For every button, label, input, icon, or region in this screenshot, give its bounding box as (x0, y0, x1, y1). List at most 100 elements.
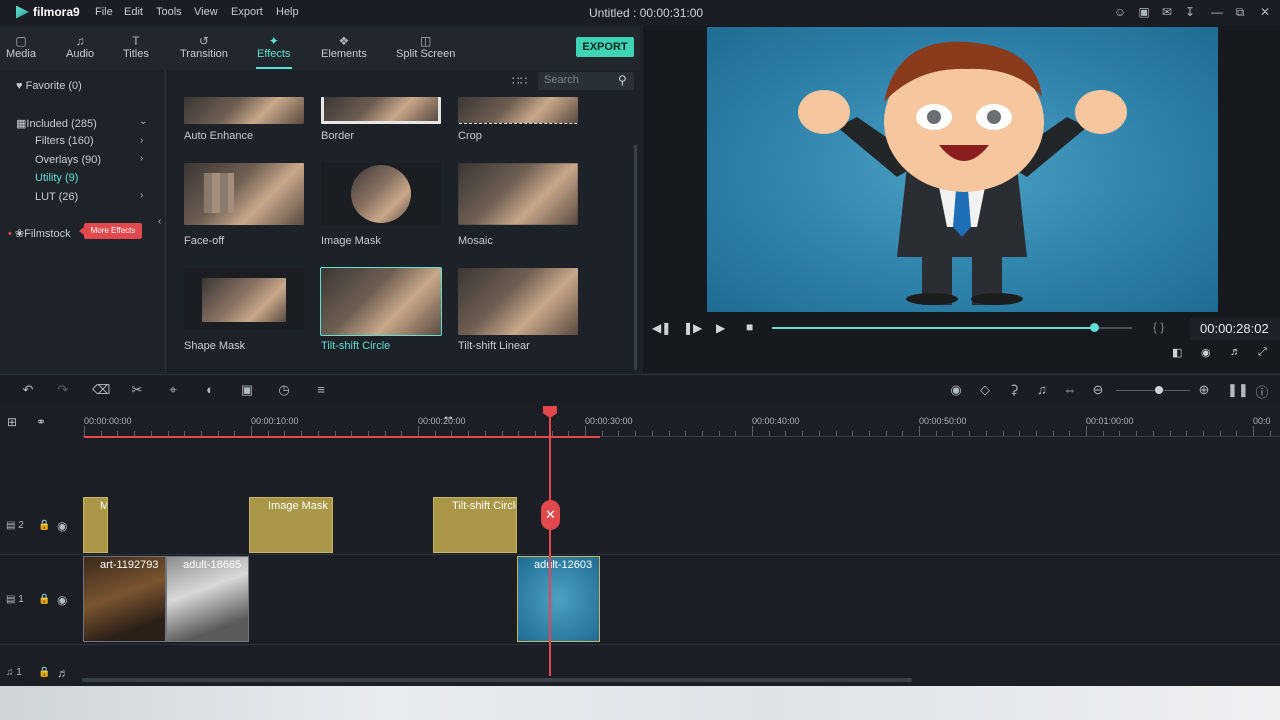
render-icon[interactable]: ◉ (948, 382, 964, 398)
menu-help[interactable]: Help (276, 6, 299, 18)
cut-icon[interactable]: ✂ (129, 382, 145, 398)
audio-mixer-icon[interactable]: ♫ (1034, 382, 1050, 397)
video-clip-adult-18665[interactable]: adult-18665 (166, 556, 249, 642)
lock-icon[interactable]: 🔒 (38, 667, 50, 678)
render-preview-icon[interactable]: ◧ (1172, 346, 1182, 359)
effect-thumb-mosaic[interactable] (458, 163, 578, 225)
grid-view-icon[interactable]: ∷∷ (512, 74, 527, 88)
included-category[interactable]: ▦Included (285) (16, 117, 97, 130)
add-track-icon[interactable]: ⊞ (7, 415, 17, 429)
effect-label-tilt-shift-linear: Tilt-shift Linear (458, 340, 530, 352)
chevron-down-icon[interactable]: ⌄ (139, 116, 147, 127)
tab-titles[interactable]: T Titles (123, 34, 149, 60)
split-scissors-icon[interactable]: ✕ (541, 500, 560, 530)
crop-icon[interactable]: ⌖ (165, 382, 181, 398)
collapse-panel-icon[interactable]: ‹ (158, 216, 161, 227)
effect-thumb-border[interactable] (321, 97, 441, 124)
link-icon[interactable]: ⚭ (36, 415, 46, 429)
step-play-icon[interactable]: ❚▶ (683, 321, 702, 335)
filmstock-category[interactable]: • ❀Filmstock (8, 227, 71, 240)
help-icon[interactable]: ⓘ (1254, 382, 1270, 401)
effect-thumb-crop[interactable] (458, 97, 578, 124)
video-clip-adult-12603[interactable]: adult-12603 (517, 556, 600, 642)
effect-clip-image-mask[interactable]: Image Mask (249, 497, 333, 553)
speed-icon[interactable]: ◷ (276, 382, 292, 398)
color-icon[interactable]: ◐ (202, 382, 218, 397)
snapshot-icon[interactable]: ◉ (1201, 346, 1211, 359)
tab-split-screen[interactable]: ◫ Split Screen (396, 34, 455, 60)
preview-viewport[interactable] (707, 27, 1218, 312)
save-icon[interactable]: ▣ (1137, 5, 1151, 19)
layout-icon[interactable]: ❚❚ (1227, 382, 1249, 398)
sidebar-item-filters[interactable]: Filters (160) (35, 135, 94, 147)
zoom-slider[interactable] (1116, 390, 1190, 391)
search-input[interactable]: Search ⚲ (538, 72, 634, 90)
lock-icon[interactable]: 🔒 (38, 520, 50, 531)
menu-tools[interactable]: Tools (156, 6, 182, 18)
effect-thumb-tilt-shift-linear[interactable] (458, 268, 578, 335)
effects-scrollbar[interactable] (634, 145, 637, 370)
account-icon[interactable]: ☺ (1113, 5, 1127, 19)
video-track-icon: ▤ (6, 594, 16, 605)
mark-in-out-brackets[interactable]: { } (1153, 320, 1164, 334)
chevron-right-icon[interactable]: › (140, 153, 143, 164)
eye-icon[interactable]: ◉ (57, 519, 67, 533)
split-icon[interactable]: ⇔ (1062, 382, 1078, 397)
adjust-icon[interactable]: ≡ (313, 382, 329, 397)
marker-icon[interactable]: ◇ (977, 382, 993, 398)
close-icon[interactable]: ✕ (1258, 5, 1272, 19)
effect-thumb-tilt-shift-circle[interactable] (320, 267, 442, 336)
seek-handle[interactable] (1089, 323, 1099, 332)
previous-frame-icon[interactable]: ◀❚ (652, 321, 671, 335)
effect-thumb-image-mask[interactable] (321, 163, 441, 225)
video-clip-art[interactable]: art-1192793 (83, 556, 166, 642)
tab-effects[interactable]: ✦ Effects (257, 34, 290, 60)
chevron-right-icon[interactable]: › (140, 190, 143, 201)
restore-icon[interactable]: ⧉ (1233, 5, 1247, 19)
undo-icon[interactable]: ↶ (20, 382, 36, 398)
minimize-icon[interactable]: — (1210, 5, 1224, 19)
effect-clip-tilt-shift-circle[interactable]: Tilt-shift Circle (433, 497, 517, 553)
menu-export[interactable]: Export (231, 6, 263, 18)
export-button[interactable]: EXPORT (576, 37, 634, 57)
voiceover-icon[interactable]: ⚳ (1006, 382, 1022, 398)
fullscreen-icon[interactable]: ⤢ (1258, 346, 1267, 359)
ruler-tick (200, 431, 202, 436)
timeline-horizontal-scrollbar[interactable] (82, 678, 912, 682)
menu-file[interactable]: File (95, 6, 113, 18)
sidebar-item-lut[interactable]: LUT (26) (35, 191, 78, 203)
speaker-icon[interactable]: ♬ (57, 666, 69, 680)
play-icon[interactable]: ▶ (716, 321, 725, 335)
lock-icon[interactable]: 🔒 (38, 594, 50, 605)
effect-clip[interactable]: M (83, 497, 108, 553)
menu-edit[interactable]: Edit (124, 6, 143, 18)
mail-icon[interactable]: ✉ (1160, 5, 1174, 19)
sidebar-item-overlays[interactable]: Overlays (90) (35, 154, 101, 166)
search-icon[interactable]: ⚲ (618, 73, 627, 87)
zoom-slider-handle[interactable] (1155, 386, 1163, 394)
chevron-right-icon[interactable]: › (140, 135, 143, 146)
caption-icon[interactable]: ▣ (239, 382, 255, 398)
volume-icon[interactable]: ♬ (1230, 346, 1241, 358)
sidebar-item-utility[interactable]: Utility (9) (35, 172, 78, 184)
delete-icon[interactable]: ⌫ (92, 382, 110, 398)
tab-elements[interactable]: ❖ Elements (321, 34, 367, 60)
menu-view[interactable]: View (194, 6, 218, 18)
stop-icon[interactable]: ■ (746, 320, 753, 334)
ruler-tick (150, 431, 152, 436)
redo-icon[interactable]: ↷ (55, 382, 71, 398)
tab-audio[interactable]: ♫ Audio (66, 34, 94, 60)
zoom-out-icon[interactable]: ⊖ (1090, 382, 1106, 398)
eye-icon[interactable]: ◉ (57, 593, 67, 607)
zoom-in-icon[interactable]: ⊕ (1196, 382, 1212, 398)
playhead-line[interactable] (549, 412, 551, 676)
tab-media[interactable]: ▢ Media (6, 34, 36, 60)
effect-thumb-face-off[interactable] (184, 163, 304, 225)
more-effects-badge[interactable]: More Effects (79, 223, 142, 239)
favorite-category[interactable]: ♥ Favorite (0) (16, 80, 82, 92)
download-icon[interactable]: ↧ (1183, 5, 1197, 19)
effect-thumb-shape-mask[interactable] (184, 268, 304, 330)
ruler-tick (1069, 431, 1071, 436)
tab-transition[interactable]: ↺ Transition (180, 34, 228, 60)
effect-thumb-auto-enhance[interactable] (184, 97, 304, 124)
